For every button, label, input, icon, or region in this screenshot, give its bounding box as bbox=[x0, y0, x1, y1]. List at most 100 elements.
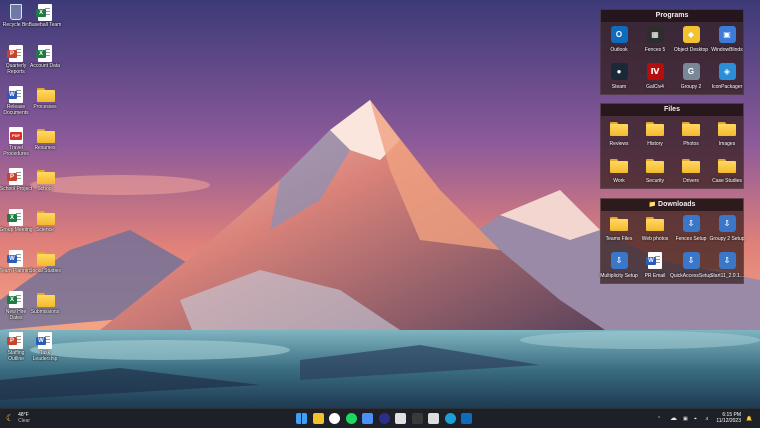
fence-item[interactable]: Images bbox=[709, 116, 745, 153]
store-icon[interactable] bbox=[362, 413, 373, 424]
desktop-icon-label: Processes bbox=[33, 104, 57, 110]
folder-icon bbox=[37, 291, 55, 308]
windowblinds-icon: ▣ bbox=[718, 26, 736, 44]
folder-icon bbox=[646, 120, 664, 138]
fence-item[interactable]: W PR Email bbox=[637, 248, 673, 285]
fence-item-label: Photos bbox=[683, 141, 699, 147]
powerpoint-file-icon: P bbox=[7, 332, 24, 349]
fence-item-label: Case Studies bbox=[712, 178, 742, 184]
fence-item-label: Outlook bbox=[610, 47, 628, 53]
galciv-icon: Ⅳ bbox=[646, 63, 664, 81]
desktop-icon[interactable]: W Task Leadership bbox=[29, 332, 61, 362]
folder-icon bbox=[610, 120, 628, 138]
folder-icon bbox=[682, 120, 700, 138]
app-icon[interactable] bbox=[378, 413, 390, 424]
fences-icon: ▦ bbox=[646, 26, 664, 44]
desktop-icon-label: Submissions bbox=[30, 309, 60, 315]
fence-item[interactable]: Reviews bbox=[601, 116, 637, 153]
word-file-icon: W bbox=[7, 250, 24, 267]
desktop-icon[interactable]: P Quarterly Reports bbox=[0, 45, 32, 75]
browser-icon[interactable] bbox=[329, 413, 340, 424]
fence-title[interactable]: Files bbox=[601, 104, 743, 116]
fence-item[interactable]: ⇩ Groupy 2 Setup bbox=[709, 211, 745, 248]
fence-item[interactable]: ⇩ Multiplicity Setup bbox=[600, 248, 638, 285]
desktop-icon[interactable]: X New Hire Dates bbox=[0, 291, 32, 321]
weather-widget[interactable]: ☾ 48°F Clear bbox=[6, 412, 30, 424]
cloud-icon[interactable]: ☁ bbox=[670, 409, 677, 428]
folder-icon bbox=[37, 209, 55, 226]
fence-item[interactable]: History bbox=[637, 116, 673, 153]
fence-item[interactable]: ● Steam bbox=[601, 59, 637, 96]
fence-item[interactable]: Security bbox=[637, 153, 673, 190]
installer-icon: ⇩ bbox=[718, 215, 736, 233]
fence-item-label: QuickAccessSetup bbox=[670, 273, 712, 279]
settings-icon[interactable] bbox=[428, 413, 439, 424]
spotify-icon[interactable] bbox=[345, 413, 357, 424]
desktop-icon[interactable]: Science bbox=[29, 209, 61, 233]
fence-title[interactable]: 📁 Downloads bbox=[601, 199, 743, 211]
chevron-up-icon[interactable]: ⌃ bbox=[657, 409, 661, 428]
installer-icon: ⇩ bbox=[718, 252, 736, 270]
fence-item[interactable]: Web photos bbox=[637, 211, 673, 248]
volume-icon[interactable]: ♬ bbox=[705, 409, 710, 428]
word-file-icon: W bbox=[36, 332, 53, 349]
wifi-icon[interactable]: ⌖ bbox=[694, 409, 697, 428]
outlook-icon[interactable] bbox=[461, 413, 472, 424]
notification-bell-icon[interactable]: 🔔 bbox=[746, 409, 752, 428]
iconpackager-icon: ◈ bbox=[718, 63, 736, 81]
desktop-icon[interactable]: Social Studies bbox=[29, 250, 61, 274]
fence-item[interactable]: Work bbox=[601, 153, 637, 190]
fence-title[interactable]: Programs bbox=[601, 10, 743, 22]
fence-item[interactable]: ⇩ QuickAccessSetup bbox=[670, 248, 712, 285]
downloads-fence[interactable]: 📁 Downloads Teams Files Web photos ⇩ Fences… bbox=[600, 198, 745, 285]
desktop-icon[interactable]: W Release Documents bbox=[0, 86, 32, 116]
folder-icon bbox=[37, 168, 55, 185]
folder-icon bbox=[718, 157, 736, 175]
fence-grid: Reviews History Photos Images Work Security Dr… bbox=[601, 116, 743, 190]
excel-file-icon: X bbox=[36, 45, 53, 62]
edge-icon[interactable] bbox=[444, 413, 456, 424]
files-fence[interactable]: Files Reviews History Photos Images Work Secu… bbox=[600, 103, 744, 189]
fence-item[interactable]: Ⅳ GalCiv4 bbox=[637, 59, 673, 96]
file-explorer-icon[interactable] bbox=[312, 413, 324, 424]
fence-item[interactable]: ◆ Object Desktop bbox=[673, 22, 709, 59]
fence-item[interactable]: ⇩ Fences Setup bbox=[673, 211, 709, 248]
fence-item[interactable]: ▦ Fences 5 bbox=[637, 22, 673, 59]
fence-item[interactable]: Teams Files bbox=[601, 211, 637, 248]
fence-item-label: IconPackager bbox=[711, 84, 743, 90]
word-file-icon: W bbox=[7, 86, 24, 103]
desktop-icon[interactable]: X Account Data bbox=[29, 45, 61, 69]
desktop-icon-label: Baseball Team bbox=[28, 22, 62, 28]
fence-item-label: Security bbox=[645, 178, 665, 184]
programs-fence[interactable]: Programs O Outlook ▦ Fences 5 ◆ Object Deskto… bbox=[600, 9, 744, 95]
fence-title-label: Downloads bbox=[658, 201, 696, 208]
fence-item[interactable]: ◈ IconPackager bbox=[709, 59, 745, 96]
installer-icon: ⇩ bbox=[682, 215, 700, 233]
folder-icon bbox=[610, 215, 628, 233]
fence-item[interactable]: O Outlook bbox=[601, 22, 637, 59]
fence-item[interactable]: G Groupy 2 bbox=[673, 59, 709, 96]
desktop-icon[interactable]: School bbox=[29, 168, 61, 192]
desktop-icon[interactable]: Resumes bbox=[29, 127, 61, 151]
network-icon[interactable]: ▣ bbox=[683, 409, 688, 428]
fence-item[interactable]: Case Studies bbox=[709, 153, 745, 190]
desktop-icon-label: Social Studies bbox=[29, 268, 61, 274]
fence-item[interactable]: Photos bbox=[673, 116, 709, 153]
fence-item[interactable]: ▣ WindowBlinds bbox=[709, 22, 745, 59]
clock[interactable]: 6:15 PM 11/12/2023 bbox=[715, 412, 741, 424]
desktop-icon-label: Resumes bbox=[34, 145, 56, 151]
fences-icon[interactable] bbox=[411, 413, 423, 424]
desktop-icon[interactable]: Submissions bbox=[29, 291, 61, 315]
notes-icon[interactable] bbox=[395, 413, 406, 424]
fence-item[interactable]: Drivers bbox=[673, 153, 709, 190]
fence-item-label: GalCiv4 bbox=[646, 84, 664, 90]
desktop-icon[interactable]: Processes bbox=[29, 86, 61, 110]
excel-file-icon: X bbox=[36, 4, 53, 21]
desktop-icon[interactable]: PDF Travel Procedures bbox=[0, 127, 32, 157]
desktop-icon-label: Task Leadership bbox=[32, 350, 58, 362]
desktop-icon[interactable]: X Baseball Team bbox=[29, 4, 61, 28]
fence-item[interactable]: ⇩ Start11_2.0.1... bbox=[709, 248, 745, 285]
excel-file-icon: X bbox=[7, 291, 24, 308]
fence-item-label: Reviews bbox=[609, 141, 629, 147]
start-icon[interactable] bbox=[296, 413, 307, 424]
